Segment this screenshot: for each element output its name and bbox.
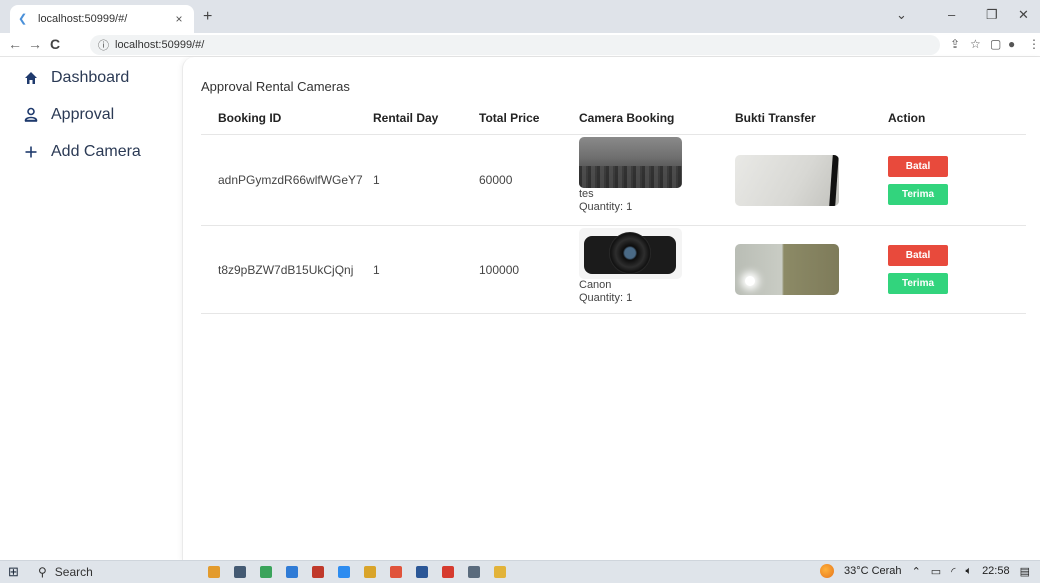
new-tab-button[interactable]: + [203, 8, 212, 26]
sidebar-item-approval[interactable]: Approval [0, 96, 182, 133]
volume-icon[interactable]: 🔈︎ [965, 565, 972, 578]
action-cell: Batal Terima [888, 135, 1026, 225]
browser-tab-strip: ❮ localhost:50999/#/ × + ⌄ – ❐ ✕ [0, 0, 1040, 33]
camera-name: tes [579, 188, 594, 200]
sidebar-item-label: Add Camera [51, 142, 141, 160]
vscode-icon[interactable] [286, 566, 298, 578]
close-window-icon[interactable]: ✕ [1018, 7, 1029, 23]
windows-start-icon[interactable]: ⊞ [8, 564, 28, 580]
camera-quantity: Quantity: 1 [579, 292, 633, 304]
terima-button[interactable]: Terima [888, 273, 948, 294]
transfer-proof-image[interactable] [735, 244, 839, 295]
chevron-up-icon[interactable]: ⌃ [912, 565, 921, 578]
maximize-icon[interactable]: ❐ [986, 7, 998, 23]
total-price: 60000 [479, 173, 513, 187]
tab-title: localhost:50999/#/ [38, 13, 128, 25]
column-header-camera-booking: Camera Booking [579, 110, 675, 125]
bukti-transfer [735, 135, 888, 225]
camera-quantity: Quantity: 1 [579, 201, 633, 213]
home-icon [23, 70, 39, 86]
sidebar-item-label: Approval [51, 105, 115, 123]
search-icon: ⚲ [38, 565, 47, 579]
app-icon[interactable] [312, 566, 324, 578]
rental-day: 1 [373, 173, 380, 187]
weather-text[interactable]: 33°C Cerah [844, 565, 902, 577]
column-header-booking-id: Booking ID [218, 110, 282, 125]
sidebar-item-dashboard[interactable]: Dashboard [0, 59, 182, 96]
camera-booking: Canon Quantity: 1 [579, 226, 735, 313]
booking-id: adnPGymzdR66wlfWGeY7 [218, 173, 363, 187]
battery-icon[interactable]: ▭ [931, 565, 941, 578]
tab-search-icon[interactable]: ⌄ [896, 7, 907, 23]
batal-button[interactable]: Batal [888, 245, 948, 266]
table-row: adnPGymzdR66wlfWGeY7 1 60000 tes Quantit… [201, 135, 1026, 226]
profile-icon[interactable]: ● [1008, 37, 1015, 51]
share-icon[interactable]: ⇪ [950, 37, 960, 51]
table-header: Booking ID Rentail Day Total Price Camer… [201, 101, 1026, 135]
taskbar: ⊞ ⚲ Search 33°C Cerah ⌃ ▭ ◜ 🔈︎ 22:58 ▤ [0, 560, 1040, 583]
weather-icon [819, 564, 834, 578]
transfer-proof-image[interactable] [735, 154, 839, 206]
task-view-icon[interactable] [234, 566, 246, 578]
browser-tab[interactable]: ❮ localhost:50999/#/ × [10, 5, 194, 33]
minimize-icon[interactable]: – [948, 7, 955, 22]
total-price: 100000 [479, 262, 520, 277]
column-header-bukti-transfer: Bukti Transfer [735, 110, 816, 125]
column-header-total-price: Total Price [479, 110, 540, 125]
sidebar-item-label: Dashboard [51, 68, 130, 86]
url-field[interactable]: ⓘ localhost:50999/#/ [90, 35, 940, 55]
action-cell: Batal Terima [888, 226, 1026, 313]
app-icon[interactable] [208, 566, 220, 578]
forward-icon[interactable]: → [28, 36, 42, 52]
column-header-rental-day: Rentail Day [373, 110, 439, 125]
terima-button[interactable]: Terima [888, 183, 948, 205]
app-icon[interactable] [260, 566, 272, 578]
taskbar-apps [208, 566, 506, 578]
word-icon[interactable] [416, 566, 428, 578]
taskbar-search[interactable]: ⚲ Search [38, 565, 188, 579]
flutter-favicon-icon: ❮ [18, 13, 28, 25]
site-info-icon[interactable]: ⓘ [98, 37, 109, 53]
batal-button[interactable]: Batal [888, 155, 948, 177]
chrome-icon[interactable] [494, 566, 506, 578]
chrome-icon[interactable] [390, 566, 402, 578]
notification-icon[interactable]: ▤ [1020, 565, 1030, 578]
clock[interactable]: 22:58 [982, 565, 1010, 577]
sidebar: Dashboard Approval Add Camera [0, 57, 182, 560]
camera-image [579, 228, 682, 279]
address-bar-row: ← → C ⓘ localhost:50999/#/ ⇪ ☆ ▢ ● ⋮ [0, 33, 1040, 57]
page-title: Approval Rental Cameras [201, 79, 350, 94]
table-row: t8z9pBZW7dB15UkCjQnj 1 100000 Canon Quan… [201, 226, 1026, 314]
file-explorer-icon[interactable] [364, 566, 376, 578]
tab-close-icon[interactable]: × [172, 12, 186, 26]
pdf-icon[interactable] [442, 566, 454, 578]
plus-icon [23, 144, 39, 160]
url-text: localhost:50999/#/ [115, 39, 205, 51]
side-panel-icon[interactable]: ▢ [990, 37, 1001, 51]
menu-kebab-icon[interactable]: ⋮ [1028, 37, 1040, 51]
sidebar-item-add-camera[interactable]: Add Camera [0, 133, 182, 170]
search-label: Search [54, 565, 93, 579]
bookmark-star-icon[interactable]: ☆ [970, 37, 981, 51]
app-icon[interactable] [338, 566, 350, 578]
bukti-transfer [735, 226, 888, 313]
camera-image [579, 137, 682, 188]
person-icon [23, 107, 39, 123]
main-panel: Approval Rental Cameras Booking ID Renta… [182, 57, 1040, 560]
approval-table: Booking ID Rentail Day Total Price Camer… [201, 101, 1026, 314]
system-tray: 33°C Cerah ⌃ ▭ ◜ 🔈︎ 22:58 ▤ [819, 564, 1030, 578]
rental-day: 1 [373, 262, 380, 277]
column-header-action: Action [888, 110, 926, 125]
camera-booking: tes Quantity: 1 [579, 135, 735, 225]
wifi-icon[interactable]: ◜ [951, 565, 955, 578]
back-icon[interactable]: ← [8, 36, 22, 52]
reload-icon[interactable]: C [50, 36, 60, 52]
camera-name: Canon [579, 279, 612, 291]
app-icon[interactable] [468, 566, 480, 578]
booking-id: t8z9pBZW7dB15UkCjQnj [218, 262, 354, 277]
